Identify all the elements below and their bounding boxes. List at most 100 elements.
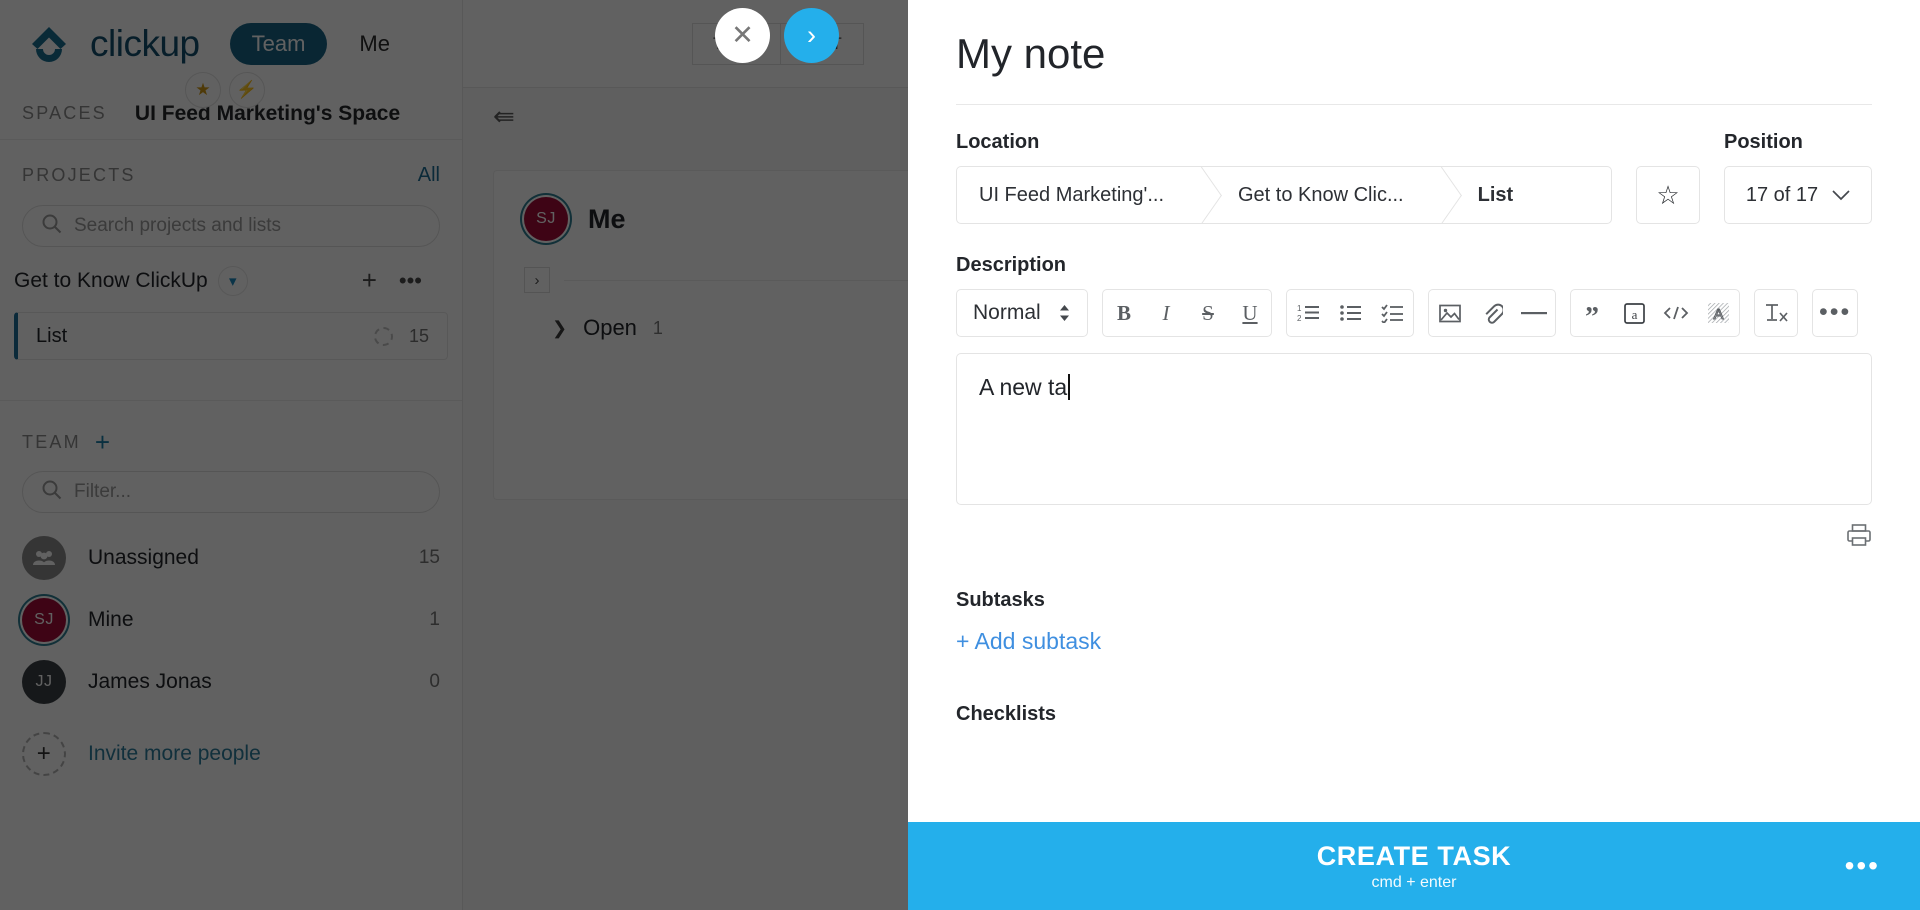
create-task-shortcut: cmd + enter bbox=[1371, 873, 1457, 891]
close-panel-button[interactable]: ✕ bbox=[715, 8, 770, 63]
code-icon[interactable] bbox=[1655, 290, 1697, 336]
brand-name: clickup bbox=[90, 23, 200, 64]
strikethrough-icon[interactable]: S bbox=[1187, 290, 1229, 336]
spaces-label: SPACES bbox=[22, 103, 107, 123]
text-style-select[interactable]: Normal bbox=[957, 290, 1087, 336]
list-count: 15 bbox=[408, 325, 429, 346]
description-section: Description Normal B I S U 1 2 ” a A •••… bbox=[956, 224, 1872, 553]
nav-team-button[interactable]: Team bbox=[229, 23, 328, 65]
horizontal-rule-icon[interactable] bbox=[1513, 290, 1555, 336]
task-title[interactable]: My note bbox=[956, 0, 1872, 104]
toolbar-group-more: ••• bbox=[1812, 289, 1859, 337]
invite-label: Invite more people bbox=[88, 742, 261, 765]
svg-text:A: A bbox=[1713, 306, 1723, 323]
status-count: 1 bbox=[652, 317, 663, 338]
position-select[interactable]: 17 of 17 bbox=[1724, 166, 1872, 224]
chevron-down-icon bbox=[1832, 184, 1850, 207]
nav-me-button[interactable]: Me bbox=[359, 31, 390, 57]
project-search-placeholder: Search projects and lists bbox=[74, 215, 281, 236]
underline-icon[interactable]: U bbox=[1229, 290, 1271, 336]
toolbar-group-insert bbox=[1428, 289, 1556, 337]
panel-body: My note Location UI Feed Marketing'... G… bbox=[908, 0, 1920, 822]
clear-format-icon[interactable] bbox=[1755, 290, 1797, 336]
expand-icon[interactable]: › bbox=[524, 267, 550, 293]
create-task-button[interactable]: CREATE TASK cmd + enter ••• bbox=[908, 822, 1920, 910]
toolbar-group-style: Normal bbox=[956, 289, 1088, 337]
ordered-list-icon[interactable]: 1 2 bbox=[1287, 290, 1329, 336]
svg-text:a: a bbox=[1631, 307, 1637, 322]
project-search-input[interactable]: Search projects and lists bbox=[22, 205, 440, 247]
team-filter-input[interactable]: Filter... bbox=[22, 471, 440, 513]
team-header: TEAM + bbox=[0, 401, 462, 463]
star-icon[interactable]: ★ bbox=[185, 72, 221, 108]
panel-nav-buttons: ✕ › bbox=[715, 8, 839, 63]
mention-icon[interactable]: a bbox=[1613, 290, 1655, 336]
breadcrumb-space[interactable]: UI Feed Marketing'... bbox=[957, 167, 1184, 223]
bolt-icon[interactable]: ⚡ bbox=[229, 72, 265, 108]
projects-all-link[interactable]: All bbox=[418, 164, 440, 187]
plus-icon: + bbox=[22, 732, 66, 776]
location-label: Location bbox=[956, 131, 1040, 153]
next-task-button[interactable]: › bbox=[784, 8, 839, 63]
location-section: Location UI Feed Marketing'... Get to Kn… bbox=[956, 105, 1872, 224]
person-task-count: 15 bbox=[418, 547, 440, 568]
list-item[interactable]: SJ Mine 1 bbox=[0, 589, 462, 651]
space-badges: ★ ⚡ bbox=[185, 72, 265, 108]
project-more-button[interactable]: ••• bbox=[399, 268, 422, 294]
collapse-sidebar-icon[interactable]: ⇚ bbox=[493, 101, 515, 132]
chevron-down-icon[interactable]: ▾ bbox=[217, 265, 248, 296]
list-item[interactable]: Unassigned 15 bbox=[0, 527, 462, 589]
toolbar-group-clear bbox=[1754, 289, 1798, 337]
team-label: TEAM bbox=[22, 431, 81, 452]
more-options-icon[interactable]: ••• bbox=[1813, 290, 1857, 336]
sidebar-item-list[interactable]: List 15 bbox=[14, 312, 448, 360]
attachment-icon[interactable] bbox=[1471, 290, 1513, 336]
add-subtask-button[interactable]: + Add subtask bbox=[956, 628, 1872, 655]
text-cursor bbox=[1068, 374, 1071, 400]
bullet-list-icon[interactable] bbox=[1329, 290, 1371, 336]
checklists-label: Checklists bbox=[956, 703, 1057, 725]
print-icon[interactable] bbox=[1846, 523, 1872, 553]
create-task-label: CREATE TASK bbox=[1316, 840, 1512, 871]
svg-text:2: 2 bbox=[1297, 314, 1302, 323]
clickup-logo-icon[interactable] bbox=[22, 17, 76, 71]
person-task-count: 0 bbox=[429, 671, 440, 692]
list-item[interactable]: JJ James Jonas 0 bbox=[0, 651, 462, 713]
breadcrumb-project[interactable]: Get to Know Clic... bbox=[1210, 167, 1424, 223]
checklist-icon[interactable] bbox=[1371, 290, 1413, 336]
bold-icon[interactable]: B bbox=[1103, 290, 1145, 336]
avatar: SJ bbox=[22, 598, 66, 642]
breadcrumb-list[interactable]: List bbox=[1450, 167, 1534, 223]
add-team-member-button[interactable]: + bbox=[95, 429, 110, 455]
current-space-name[interactable]: UI Feed Marketing's Space bbox=[135, 102, 400, 126]
banner-icon[interactable]: A bbox=[1697, 290, 1739, 336]
print-row bbox=[956, 505, 1872, 553]
toolbar-group-format: B I S U bbox=[1102, 289, 1272, 337]
project-name: Get to Know ClickUp bbox=[14, 268, 208, 292]
favorite-star-icon[interactable]: ☆ bbox=[1636, 166, 1700, 224]
italic-icon[interactable]: I bbox=[1145, 290, 1187, 336]
avatar: SJ bbox=[524, 197, 568, 241]
person-name: Unassigned bbox=[88, 546, 199, 569]
blockquote-icon[interactable]: ” bbox=[1571, 290, 1613, 336]
breadcrumb[interactable]: UI Feed Marketing'... Get to Know Clic..… bbox=[956, 166, 1612, 224]
image-icon[interactable] bbox=[1429, 290, 1471, 336]
invite-more-people-button[interactable]: + Invite more people bbox=[0, 723, 462, 785]
chevron-right-icon: ❯ bbox=[552, 317, 568, 338]
position-value: 17 of 17 bbox=[1745, 183, 1819, 206]
subtasks-section: Subtasks + Add subtask bbox=[956, 553, 1872, 655]
description-editor[interactable]: A new ta bbox=[956, 353, 1872, 505]
svg-text:1: 1 bbox=[1297, 304, 1302, 313]
create-task-more-icon[interactable]: ••• bbox=[1845, 850, 1880, 882]
updown-arrows-icon bbox=[1058, 303, 1071, 323]
task-group-title: Me bbox=[588, 203, 626, 234]
team-filter-placeholder: Filter... bbox=[74, 481, 132, 502]
list-name: List bbox=[36, 324, 68, 347]
subtasks-label: Subtasks bbox=[956, 589, 1045, 611]
person-name: James Jonas bbox=[88, 670, 212, 693]
sidebar: clickup Team Me ★ ⚡ SPACES UI Feed Marke… bbox=[0, 0, 463, 910]
toolbar-group-blocks: ” a A bbox=[1570, 289, 1740, 337]
group-avatar-icon bbox=[22, 536, 66, 580]
add-list-button[interactable]: + bbox=[362, 265, 377, 296]
project-row[interactable]: Get to Know ClickUp ▾ + ••• bbox=[0, 247, 462, 304]
